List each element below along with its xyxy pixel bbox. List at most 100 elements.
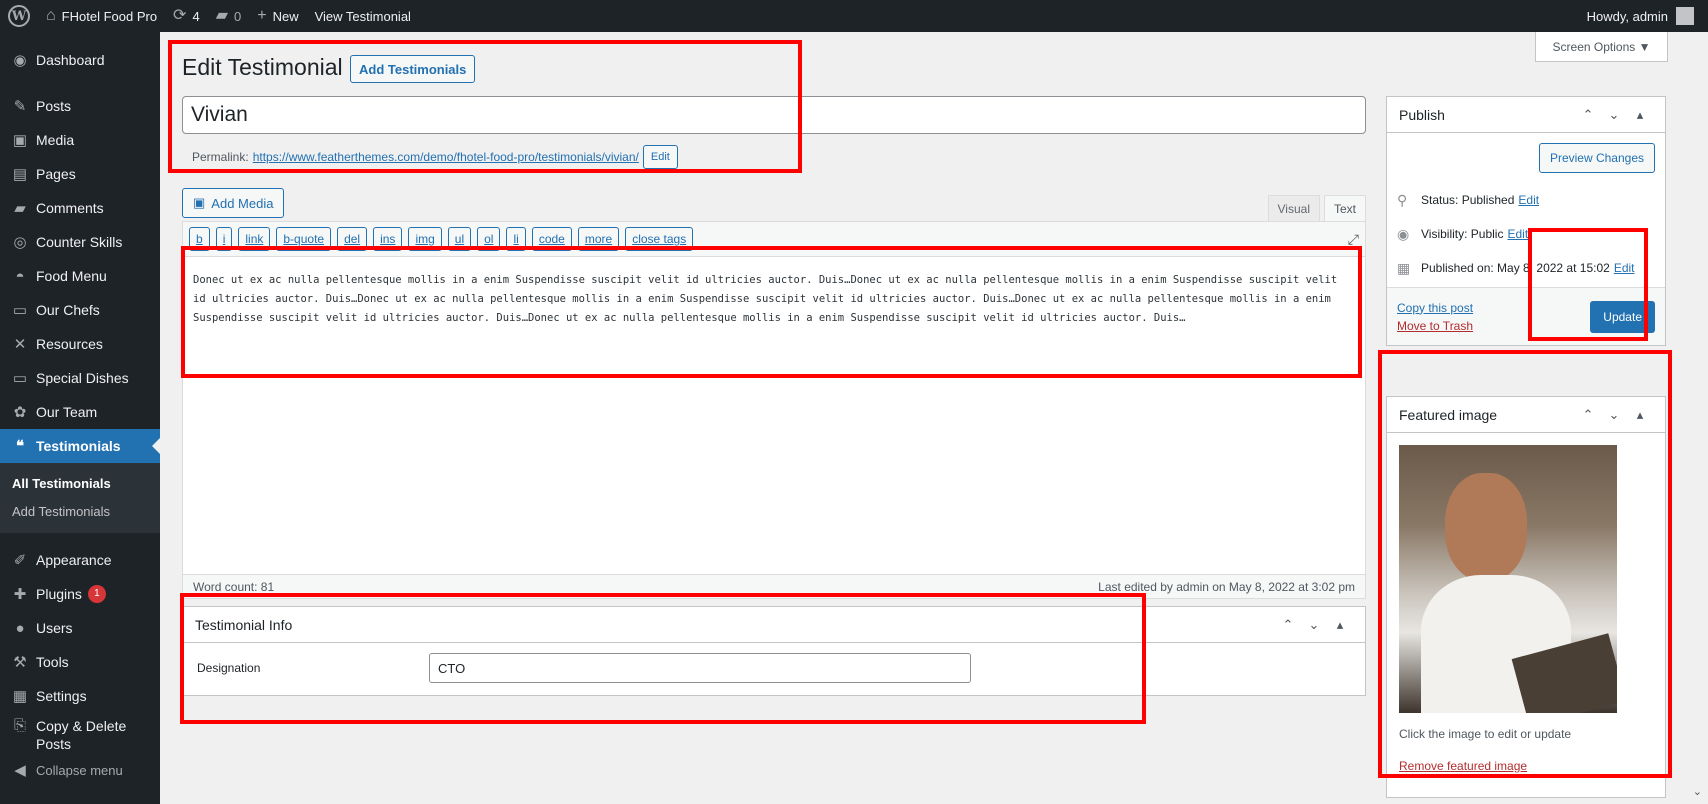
food-icon: ◓ [15, 267, 25, 285]
move-down-icon[interactable]: ⌄ [1301, 617, 1327, 633]
move-up-icon[interactable]: ⌃ [1575, 107, 1601, 123]
menu-pages[interactable]: ▤ Pages [0, 157, 160, 191]
qt-italic-button[interactable]: i [215, 227, 233, 251]
last-edited: Last edited by admin on May 8, 2022 at 3… [1098, 579, 1355, 594]
remove-featured-image-link[interactable]: Remove featured image [1399, 759, 1653, 773]
qt-code-button[interactable]: code [531, 227, 572, 251]
menu-tools[interactable]: ⚒ Tools [0, 645, 160, 679]
qt-li-button[interactable]: li [506, 227, 526, 251]
menu-settings[interactable]: ▦ Settings [0, 679, 160, 713]
view-testimonial-link[interactable]: View Testimonial [307, 0, 419, 32]
qt-del-button[interactable]: del [337, 227, 368, 251]
screen-options-button[interactable]: Screen Options ▼ [1535, 32, 1668, 62]
publish-major-actions: Copy this post Move to Trash Update [1387, 287, 1665, 345]
content-textarea[interactable]: Donec ut ex ac nulla pellentesque mollis… [183, 257, 1365, 563]
qt-link-button[interactable]: link [238, 227, 271, 251]
menu-food-menu[interactable]: ◓ Food Menu [0, 259, 160, 293]
featured-image-header: Featured image ⌃ ⌄ ▴ [1387, 397, 1665, 433]
menu-users[interactable]: ● Users [0, 611, 160, 645]
update-button[interactable]: Update [1590, 300, 1655, 333]
collapse-label: Collapse menu [36, 762, 123, 778]
menu-label: Copy & Delete Posts [36, 718, 127, 752]
submenu-all-testimonials[interactable]: All Testimonials [0, 469, 160, 497]
menu-appearance[interactable]: ✐ Appearance [0, 543, 160, 577]
publish-misc: ⚲ Status: Published Edit ◉ Visibility: Publ… [1387, 183, 1665, 285]
post-title-input[interactable]: Vivian [182, 96, 1366, 134]
menu-plugins[interactable]: ✚ Plugins 1 [0, 577, 160, 611]
scroll-down-icon[interactable]: ⌄ [1693, 785, 1702, 798]
copy-post-link[interactable]: Copy this post [1397, 299, 1473, 317]
toggle-panel-icon[interactable]: ▴ [1627, 107, 1653, 123]
move-to-trash-link[interactable]: Move to Trash [1397, 317, 1473, 335]
toggle-panel-icon[interactable]: ▴ [1627, 407, 1653, 423]
qt-ins-button[interactable]: ins [373, 227, 403, 251]
qt-more-button[interactable]: more [577, 227, 620, 251]
page-icon: ▤ [12, 166, 28, 183]
fullscreen-icon[interactable]: ⤢ [1348, 231, 1359, 248]
menu-comments[interactable]: ▰ Comments [0, 191, 160, 225]
tools-icon: ✕ [13, 336, 27, 353]
home-icon: ⌂ [46, 7, 56, 24]
menu-label: Media [36, 132, 75, 148]
submenu-add-testimonials[interactable]: Add Testimonials [0, 497, 160, 525]
menu-label: Food Menu [36, 268, 107, 284]
menu-posts[interactable]: ✎ Posts [0, 89, 160, 123]
publish-title: Publish [1399, 106, 1445, 123]
publish-links: Copy this post Move to Trash [1397, 299, 1473, 335]
collapse-menu-button[interactable]: ◀ Collapse menu [0, 753, 160, 787]
menu-our-team[interactable]: ✿ Our Team [0, 395, 160, 429]
qt-bold-button[interactable]: b [189, 227, 210, 251]
wordpress-logo[interactable]: W [0, 0, 38, 32]
menu-our-chefs[interactable]: ▭ Our Chefs [0, 293, 160, 327]
menu-label: Dashboard [36, 52, 105, 68]
designation-input[interactable]: CTO [429, 653, 971, 683]
qt-blockquote-button[interactable]: b-quote [276, 227, 332, 251]
status-text: Status: Published [1421, 193, 1515, 207]
site-name-link[interactable]: ⌂ FHotel Food Pro [38, 0, 165, 32]
menu-special-dishes[interactable]: ▭ Special Dishes [0, 361, 160, 395]
content-editor: b i link b-quote del ins img ul ol li co… [182, 221, 1366, 599]
move-up-icon[interactable]: ⌃ [1575, 407, 1601, 423]
tab-text[interactable]: Text [1323, 195, 1366, 221]
menu-testimonials[interactable]: ❝ Testimonials [0, 429, 160, 463]
add-testimonials-button[interactable]: Add Testimonials [350, 55, 476, 83]
plugin-icon: ✚ [13, 586, 27, 603]
my-account[interactable]: Howdy, admin [1587, 7, 1708, 25]
edit-date-link[interactable]: Edit [1614, 261, 1635, 275]
edit-visibility-link[interactable]: Edit [1507, 227, 1528, 241]
menu-label: Our Chefs [36, 302, 100, 318]
qt-ol-button[interactable]: ol [477, 227, 501, 251]
permalink-url[interactable]: https://www.featherthemes.com/demo/fhote… [253, 150, 639, 164]
designation-label: Designation [197, 661, 261, 675]
move-down-icon[interactable]: ⌄ [1601, 107, 1627, 123]
testimonial-info-box: Testimonial Info ⌃ ⌄ ▴ Designation CTO [182, 606, 1366, 696]
menu-counter-skills[interactable]: ◎ Counter Skills [0, 225, 160, 259]
user-icon: ● [15, 619, 25, 637]
toggle-panel-icon[interactable]: ▴ [1327, 617, 1353, 633]
tab-visual[interactable]: Visual [1267, 195, 1320, 221]
brush-icon: ✐ [13, 552, 27, 569]
edit-status-link[interactable]: Edit [1518, 193, 1539, 207]
admin-bar: W ⌂ FHotel Food Pro ⟳ 4 ▰ 0 + New View Testi… [0, 0, 1708, 32]
qt-close-tags-button[interactable]: close tags [625, 227, 694, 251]
preview-changes-button[interactable]: Preview Changes [1538, 143, 1655, 173]
menu-copy-delete-posts[interactable]: ⎘ Copy & Delete Posts [0, 713, 160, 753]
team-icon: ✿ [13, 404, 27, 421]
menu-dashboard[interactable]: ◉ Dashboard [0, 43, 160, 77]
gauge-icon: ◎ [13, 234, 27, 251]
qt-img-button[interactable]: img [408, 227, 442, 251]
new-content-link[interactable]: + New [249, 0, 306, 32]
move-down-icon[interactable]: ⌄ [1601, 407, 1627, 423]
featured-image-thumbnail[interactable] [1399, 445, 1617, 713]
move-up-icon[interactable]: ⌃ [1275, 617, 1301, 633]
menu-resources[interactable]: ✕ Resources [0, 327, 160, 361]
avatar [1676, 7, 1694, 25]
add-media-button[interactable]: ▣ Add Media [182, 188, 285, 218]
updates-link[interactable]: ⟳ 4 [165, 0, 208, 32]
comments-link[interactable]: ▰ 0 [208, 0, 250, 32]
menu-media[interactable]: ▣ Media [0, 123, 160, 157]
pin-icon: ⚲ [1397, 191, 1408, 208]
qt-ul-button[interactable]: ul [447, 227, 472, 251]
permalink-edit-button[interactable]: Edit [642, 145, 678, 169]
media-icon: ▣ [12, 132, 28, 149]
